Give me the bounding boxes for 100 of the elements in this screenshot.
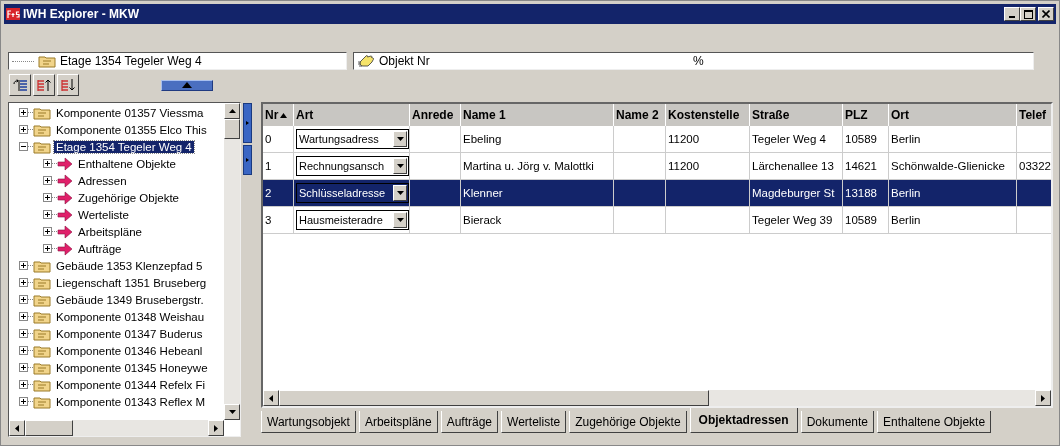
- expander-icon[interactable]: [43, 210, 52, 219]
- expander-icon[interactable]: [43, 244, 52, 253]
- expander-icon[interactable]: [19, 125, 28, 134]
- type-dropdown[interactable]: Schlüsseladresse: [296, 183, 409, 203]
- expander-icon[interactable]: [43, 176, 52, 185]
- column-header[interactable]: Telef: [1017, 104, 1051, 126]
- table-row[interactable]: 0 Wartungsadress Ebeling 11200 Tegeler Weg 4 10589 Berlin: [263, 126, 1051, 153]
- tab[interactable]: Objektadressen: [689, 408, 798, 433]
- type-dropdown[interactable]: Hausmeisteradre: [296, 210, 409, 230]
- tree-item[interactable]: Komponente 01344 Refelx Fi: [54, 378, 207, 391]
- tree-item[interactable]: Gebäude 1349 Brusebergstr.: [54, 293, 206, 306]
- tree-item[interactable]: Arbeitspläne: [76, 225, 144, 238]
- expander-icon[interactable]: [19, 278, 28, 287]
- side-toggle-button[interactable]: [243, 145, 252, 175]
- table-cell: Berlin: [891, 133, 921, 145]
- type-dropdown[interactable]: Wartungsadress: [296, 129, 409, 149]
- table-cell: 2: [265, 187, 272, 199]
- folder-icon: [33, 275, 51, 290]
- expander-icon[interactable]: [19, 261, 28, 270]
- folder-icon: [33, 326, 51, 341]
- column-header[interactable]: Anrede: [410, 104, 461, 126]
- folder-icon: [33, 377, 51, 392]
- sort-up-button[interactable]: [33, 74, 55, 96]
- tree-item[interactable]: Komponente 01345 Honeywe: [54, 361, 210, 374]
- expander-icon[interactable]: [19, 108, 28, 117]
- close-icon: [1042, 10, 1050, 18]
- expander-icon[interactable]: [43, 159, 52, 168]
- tree-item[interactable]: Komponente 01343 Reflex M: [54, 395, 207, 408]
- side-toggle-button[interactable]: [243, 103, 252, 143]
- tree-item[interactable]: Enthaltene Objekte: [76, 157, 178, 170]
- table-cell: 03322: [1019, 160, 1051, 172]
- tab[interactable]: Enthaltene Objekte: [877, 411, 992, 433]
- expander-icon[interactable]: [19, 397, 28, 406]
- expander-icon[interactable]: [19, 312, 28, 321]
- up-arrow-icon: [228, 109, 236, 113]
- collapse-button[interactable]: [161, 79, 213, 91]
- expander-icon[interactable]: [43, 193, 52, 202]
- tab[interactable]: Aufträge: [440, 411, 499, 433]
- filter-field[interactable]: Objekt Nr %: [353, 52, 1034, 70]
- right-arrow-icon: [214, 424, 218, 432]
- tab[interactable]: Zugehörige Objekte: [569, 411, 687, 433]
- expander-icon[interactable]: [43, 227, 52, 236]
- scroll-thumb[interactable]: [224, 119, 240, 139]
- table-cell: Bierack: [463, 214, 502, 226]
- table-cell: 13188: [845, 187, 877, 199]
- expander-icon[interactable]: [19, 380, 28, 389]
- scroll-thumb[interactable]: [25, 420, 73, 436]
- table-row[interactable]: 3 Hausmeisteradre Bierack Tegeler Weg 39 10589 Berlin: [263, 207, 1051, 234]
- tree-item[interactable]: Komponente 01347 Buderus: [54, 327, 205, 340]
- column-header[interactable]: Kostenstelle: [666, 104, 750, 126]
- table-cell: Berlin: [891, 187, 921, 199]
- refresh-list-button[interactable]: [9, 74, 31, 96]
- tree-item[interactable]: Aufträge: [76, 242, 124, 255]
- tab[interactable]: Wartungsobjekt: [261, 411, 356, 433]
- horizontal-scrollbar[interactable]: [263, 390, 1051, 406]
- column-header[interactable]: PLZ: [843, 104, 889, 126]
- app-logo-icon: [6, 8, 20, 20]
- table-row[interactable]: 2 Schlüsseladresse Klenner Magdeburger St 13188 Berlin: [263, 180, 1051, 207]
- dropdown-arrow-icon: [396, 191, 404, 195]
- column-header[interactable]: Art: [294, 104, 410, 126]
- list-refresh-icon: [12, 78, 28, 92]
- tree-item[interactable]: Komponente 01348 Weishau: [54, 310, 207, 323]
- minimize-button[interactable]: [1004, 7, 1020, 21]
- tree-item[interactable]: Komponente 01357 Viessma: [54, 106, 206, 119]
- location-field[interactable]: Etage 1354 Tegeler Weg 4: [8, 52, 347, 70]
- table-cell: 10589: [845, 133, 877, 145]
- left-arrow-icon: [269, 394, 273, 402]
- column-header[interactable]: Name 1: [461, 104, 614, 126]
- horizontal-scrollbar[interactable]: [9, 420, 224, 436]
- list-down-arrow-icon: [60, 78, 76, 92]
- tree-item[interactable]: Etage 1354 Tegeler Weg 4: [54, 140, 194, 153]
- close-button[interactable]: [1038, 7, 1054, 21]
- table-cell: Klenner: [463, 187, 503, 199]
- column-header[interactable]: Straße: [750, 104, 843, 126]
- tab[interactable]: Werteliste: [501, 411, 567, 433]
- column-header[interactable]: Nr: [263, 104, 294, 126]
- tree-item[interactable]: Adressen: [76, 174, 129, 187]
- column-header[interactable]: Name 2: [614, 104, 666, 126]
- tree-item[interactable]: Liegenschaft 1351 Bruseberg: [54, 276, 209, 289]
- expander-icon[interactable]: [19, 346, 28, 355]
- up-triangle-icon: [182, 82, 192, 88]
- tab[interactable]: Dokumente: [800, 411, 874, 433]
- left-arrow-icon: [15, 424, 19, 432]
- expander-icon[interactable]: [19, 295, 28, 304]
- vertical-scrollbar[interactable]: [224, 103, 240, 420]
- sort-down-button[interactable]: [57, 74, 79, 96]
- tree-item[interactable]: Komponente 01355 Elco This: [54, 123, 209, 136]
- maximize-button[interactable]: [1020, 7, 1036, 21]
- tree-item[interactable]: Zugehörige Objekte: [76, 191, 181, 204]
- expander-icon[interactable]: [19, 363, 28, 372]
- type-dropdown[interactable]: Rechnungsansch: [296, 156, 409, 176]
- tree-item[interactable]: Gebäude 1353 Klenzepfad 5: [54, 259, 205, 272]
- expander-icon[interactable]: [19, 142, 28, 151]
- scroll-thumb[interactable]: [279, 390, 709, 406]
- expander-icon[interactable]: [19, 329, 28, 338]
- tree-item[interactable]: Komponente 01346 Hebeanl: [54, 344, 205, 357]
- tab[interactable]: Arbeitspläne: [358, 411, 438, 433]
- right-arrow-icon: [57, 190, 73, 205]
- column-header[interactable]: Ort: [889, 104, 1017, 126]
- tree-item[interactable]: Werteliste: [76, 208, 131, 221]
